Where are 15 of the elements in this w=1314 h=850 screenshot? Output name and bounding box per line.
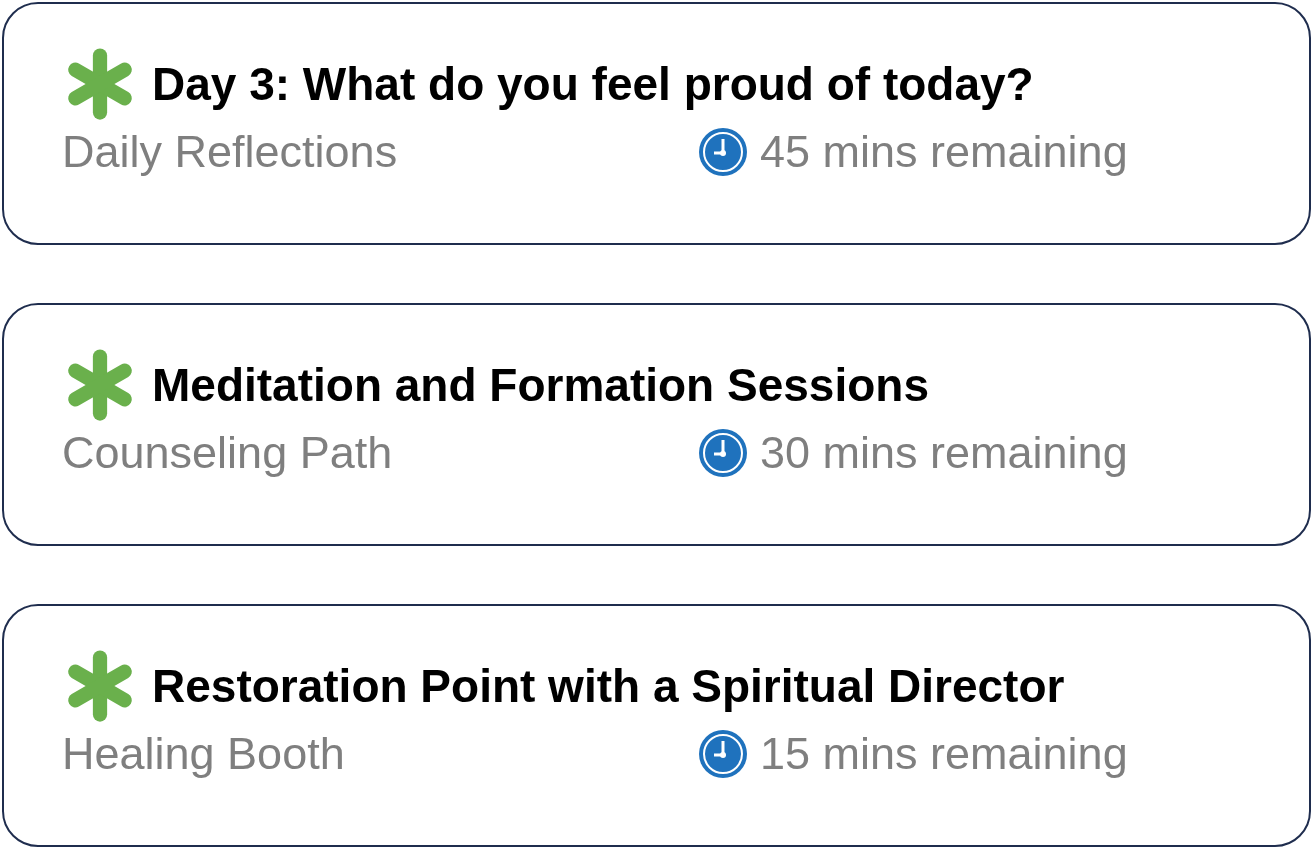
time-remaining: 15 mins remaining: [760, 728, 1128, 780]
clock-icon: [698, 729, 748, 779]
time-remaining: 30 mins remaining: [760, 427, 1128, 479]
session-card[interactable]: Day 3: What do you feel proud of today? Daily Reflections 45 mins remaining: [2, 2, 1311, 245]
session-title: Day 3: What do you feel proud of today?: [152, 57, 1034, 111]
category-label: Healing Booth: [62, 728, 346, 780]
session-title: Meditation and Formation Sessions: [152, 358, 929, 412]
session-card[interactable]: Meditation and Formation Sessions Counseling Path 30 mins remaining: [2, 303, 1311, 546]
category-label: Counseling Path: [62, 427, 394, 479]
clock-icon: [698, 127, 748, 177]
category-label: Daily Reflections: [62, 126, 399, 178]
clock-icon: [698, 428, 748, 478]
time-remaining: 45 mins remaining: [760, 126, 1128, 178]
session-card[interactable]: Restoration Point with a Spiritual Director Healing Booth 15 mins remaining: [2, 604, 1311, 847]
session-title: Restoration Point with a Spiritual Director: [152, 659, 1065, 713]
